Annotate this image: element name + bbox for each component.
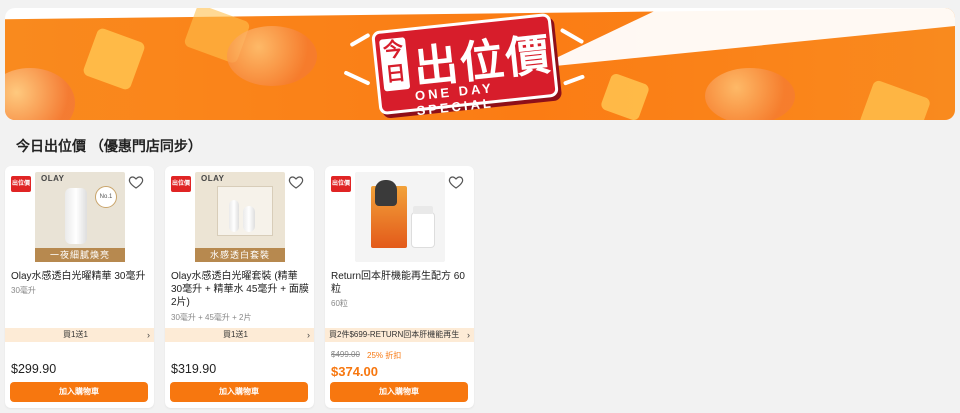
award-seal-text: No.1	[99, 194, 113, 200]
one-day-special-sign: 今日 出位價 ONE DAY SPECIAL	[371, 12, 559, 118]
heart-icon[interactable]	[448, 174, 464, 190]
product-name[interactable]: Olay水感透白光曜套裝 (精華 30毫升 + 精華水 45毫升 + 面膜 2片…	[171, 270, 311, 309]
add-to-cart-button[interactable]: 加入購物車	[10, 382, 148, 402]
promo-text: 買1送1	[223, 330, 248, 339]
product-spec: 30毫升 + 45毫升 + 2片	[171, 313, 252, 322]
product-spec: 30毫升	[11, 286, 36, 295]
product-name[interactable]: Return回本肝機能再生配方 60粒	[331, 270, 471, 296]
product-price: $299.90	[11, 362, 57, 376]
jar-lid-graphic	[413, 206, 433, 214]
image-caption: 一夜細膩煥亮	[35, 248, 125, 262]
heart-icon[interactable]	[128, 174, 144, 190]
product-price: $374.00	[331, 364, 378, 379]
product-name[interactable]: Olay水感透白光曜精華 30毫升	[11, 270, 151, 283]
product-card[interactable]: OLAY No.1 一夜細膩煥亮 出位價 Olay水感透白光曜精華 30毫升 3…	[5, 166, 154, 408]
add-to-cart-button[interactable]: 加入購物車	[330, 382, 468, 402]
one-day-special-badge: 出位價	[331, 176, 351, 192]
one-day-special-badge: 出位價	[11, 176, 31, 192]
product-card[interactable]: OLAY 水感透白套裝 出位價 Olay水感透白光曜套裝 (精華 30毫升 + …	[165, 166, 314, 408]
jar-graphic	[411, 212, 435, 248]
promo-text: 買2件$699-RETURN回本肝機能再生	[329, 330, 460, 339]
chevron-right-icon: ›	[467, 330, 470, 340]
peach-decoration	[227, 26, 317, 86]
image-caption: 水感透白套裝	[195, 248, 285, 262]
chevron-right-icon: ›	[307, 330, 310, 340]
product-image[interactable]	[355, 172, 445, 262]
promo-banner-strip[interactable]: 買2件$699-RETURN回本肝機能再生 ›	[325, 328, 474, 342]
chevron-right-icon: ›	[147, 330, 150, 340]
product-price: $319.90	[171, 362, 217, 376]
product-card[interactable]: 出位價 Return回本肝機能再生配方 60粒 60粒 買2件$699-RETU…	[325, 166, 474, 408]
heart-icon[interactable]	[288, 174, 304, 190]
add-to-cart-button[interactable]: 加入購物車	[170, 382, 308, 402]
promo-text: 買1送1	[63, 330, 88, 339]
section-title: 今日出位價 （優惠門店同步）	[16, 138, 202, 154]
bottle-graphic	[229, 200, 239, 232]
brand-logo: OLAY	[201, 174, 225, 183]
promo-banner[interactable]: 今日 出位價 ONE DAY SPECIAL	[5, 8, 955, 120]
product-spec: 60粒	[331, 299, 348, 308]
discount-label: 25% 折扣	[367, 351, 402, 360]
bottle-graphic	[243, 206, 255, 232]
promo-banner-strip[interactable]: 買1送1 ›	[165, 328, 314, 342]
bottle-graphic	[65, 188, 87, 244]
sign-tag: 今日	[379, 37, 411, 92]
original-price: $499.00	[331, 350, 360, 359]
brand-logo: OLAY	[41, 174, 65, 183]
product-image[interactable]: OLAY No.1 一夜細膩煥亮	[35, 172, 125, 262]
peach-decoration	[705, 68, 795, 120]
award-seal: No.1	[95, 186, 117, 208]
promo-banner-strip[interactable]: 買1送1 ›	[5, 328, 154, 342]
one-day-special-badge: 出位價	[171, 176, 191, 192]
product-image[interactable]: OLAY 水感透白套裝	[195, 172, 285, 262]
person-graphic	[375, 180, 397, 206]
